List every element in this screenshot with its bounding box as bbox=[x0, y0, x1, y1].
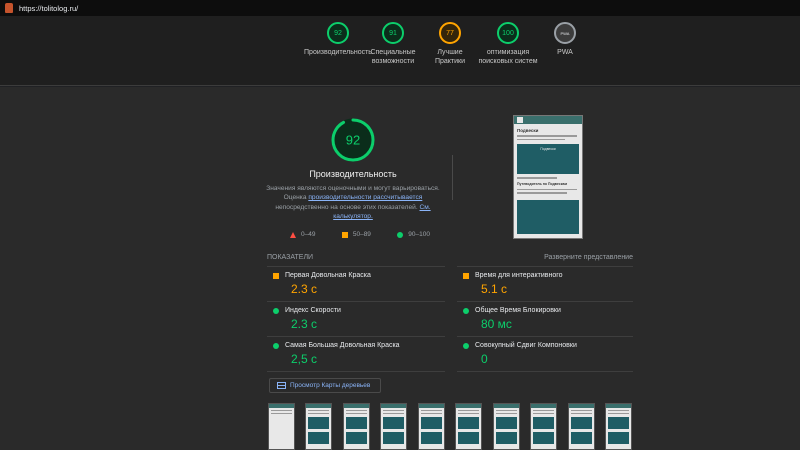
performance-description: Значения являются оценочными и могут вар… bbox=[266, 185, 440, 220]
metric-value: 2,5 с bbox=[291, 352, 318, 366]
performance-section: 92 Производительность Значения являются … bbox=[0, 87, 800, 450]
screenshot-card bbox=[517, 199, 579, 234]
expand-view-toggle[interactable]: Разверните представление bbox=[544, 254, 633, 261]
category-label: PWA bbox=[557, 49, 573, 56]
divider bbox=[457, 266, 633, 267]
metric-value: 2.3 с bbox=[291, 282, 318, 296]
metrics-title: ПОКАЗАТЕЛИ bbox=[267, 254, 314, 261]
fail-triangle-icon bbox=[290, 231, 296, 238]
divider bbox=[457, 301, 633, 302]
metric-speed-index: Индекс Скорости 2.3 с bbox=[273, 307, 443, 331]
filmstrip-frame bbox=[493, 403, 520, 450]
filmstrip-frame bbox=[268, 403, 295, 450]
performance-calc-link[interactable]: производительности рассчитывается bbox=[308, 194, 422, 201]
pass-circle-icon bbox=[273, 342, 279, 349]
filmstrip-frame bbox=[305, 403, 332, 450]
performance-score-value: 92 bbox=[346, 133, 360, 148]
filmstrip bbox=[268, 403, 632, 450]
pass-circle-icon bbox=[463, 342, 469, 349]
treemap-icon bbox=[277, 382, 286, 389]
divider bbox=[452, 155, 453, 200]
pass-circle-icon bbox=[397, 231, 404, 238]
category-summary-bar: 92 Производительность 91 Специальные воз… bbox=[0, 16, 800, 86]
metric-cls: Совокупный Сдвиг Компоновки 0 bbox=[463, 342, 633, 366]
pass-circle-icon bbox=[273, 307, 279, 314]
metric-tti: Время для интерактивного 5.1 с bbox=[463, 272, 633, 296]
filmstrip-frame bbox=[530, 403, 557, 450]
pass-circle-icon bbox=[463, 307, 469, 314]
url-text[interactable]: https://tolitolog.ru/ bbox=[19, 4, 78, 13]
filmstrip-frame bbox=[380, 403, 407, 450]
score-gauge: 77 bbox=[439, 22, 461, 44]
metric-value: 2.3 с bbox=[291, 317, 318, 331]
average-square-icon bbox=[273, 272, 279, 279]
filmstrip-frame bbox=[455, 403, 482, 450]
divider bbox=[267, 301, 445, 302]
score-gauge: 91 bbox=[382, 22, 404, 44]
site-logo-icon bbox=[517, 117, 523, 123]
score-gauge: 100 bbox=[497, 22, 519, 44]
metric-tbt: Общее Время Блокировки 80 мс bbox=[463, 307, 633, 331]
average-square-icon bbox=[341, 231, 348, 238]
metric-value: 80 мс bbox=[481, 317, 512, 331]
metric-fcp: Первая Довольная Краска 2.3 с bbox=[273, 272, 443, 296]
metric-value: 5.1 с bbox=[481, 282, 508, 296]
metric-value: 0 bbox=[481, 352, 488, 366]
average-square-icon bbox=[463, 272, 469, 279]
metrics-header: ПОКАЗАТЕЛИ Разверните представление bbox=[267, 254, 633, 261]
divider bbox=[267, 336, 445, 337]
metric-lcp: Самая Большая Довольная Краска 2,5 с bbox=[273, 342, 443, 366]
divider bbox=[457, 371, 633, 372]
divider bbox=[267, 371, 445, 372]
pwa-badge-icon: PWA bbox=[554, 22, 576, 44]
browser-address-bar: https://tolitolog.ru/ bbox=[0, 0, 800, 16]
category-pwa[interactable]: PWA PWA bbox=[529, 22, 601, 58]
performance-score-gauge: 92 bbox=[330, 117, 376, 163]
final-screenshot[interactable]: Подвески Подвески Путеводитель по Подвес… bbox=[513, 115, 583, 239]
performance-title: Производительность bbox=[309, 169, 397, 179]
filmstrip-frame bbox=[605, 403, 632, 450]
screenshot-card: Подвески bbox=[517, 144, 579, 174]
filmstrip-frame bbox=[418, 403, 445, 450]
score-gauge: 92 bbox=[327, 22, 349, 44]
divider bbox=[267, 266, 445, 267]
filmstrip-frame bbox=[343, 403, 370, 450]
score-legend: 0–49 50–89 90–100 bbox=[290, 231, 430, 238]
divider bbox=[457, 336, 633, 337]
view-treemap-button[interactable]: Просмотр Карты деревьев bbox=[269, 378, 381, 393]
filmstrip-frame bbox=[568, 403, 595, 450]
site-favicon-icon bbox=[5, 3, 13, 13]
